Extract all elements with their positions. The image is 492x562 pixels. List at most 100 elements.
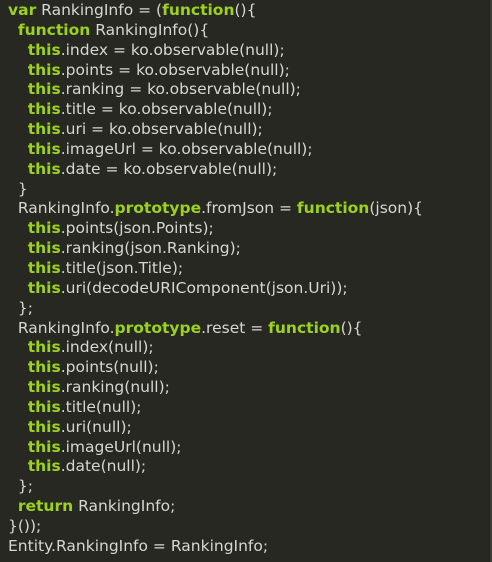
code-keyword: this bbox=[27, 80, 61, 99]
code-text: RankingInfo. bbox=[17, 318, 115, 337]
code-text: .imageUrl(null); bbox=[60, 437, 182, 456]
code-block[interactable]: var RankingInfo = (function(){ function … bbox=[8, 1, 492, 557]
code-keyword: this bbox=[27, 457, 61, 476]
code-keyword: this bbox=[27, 120, 61, 139]
code-text: .ranking = ko.observable(null); bbox=[60, 80, 301, 99]
code-keyword: function bbox=[296, 199, 370, 218]
code-editor[interactable]: var RankingInfo = (function(){ function … bbox=[0, 0, 492, 562]
code-text: .title(null); bbox=[60, 397, 142, 416]
code-line: this.points(null); bbox=[8, 358, 492, 378]
code-text: }; bbox=[17, 477, 33, 496]
code-line: this.points = ko.observable(null); bbox=[8, 61, 492, 81]
code-line: this.points(json.Points); bbox=[8, 219, 492, 239]
code-keyword: this bbox=[27, 278, 61, 297]
code-text: }; bbox=[17, 298, 33, 317]
code-line: this.title = ko.observable(null); bbox=[8, 100, 492, 120]
code-line: }()); bbox=[8, 517, 492, 537]
code-line: Entity.RankingInfo = RankingInfo; bbox=[8, 537, 492, 557]
code-line: function RankingInfo(){ bbox=[8, 21, 492, 41]
code-line: return RankingInfo; bbox=[8, 497, 492, 517]
code-line: this.title(json.Title); bbox=[8, 259, 492, 279]
code-line: RankingInfo.prototype.fromJson = functio… bbox=[8, 199, 492, 219]
code-keyword: function bbox=[268, 318, 341, 337]
code-keyword: this bbox=[27, 159, 61, 178]
code-keyword: function bbox=[162, 1, 235, 19]
code-text: }()); bbox=[8, 516, 42, 535]
code-line: this.title(null); bbox=[8, 398, 492, 418]
code-line: this.index = ko.observable(null); bbox=[8, 41, 492, 61]
code-line: this.ranking(json.Ranking); bbox=[8, 239, 492, 259]
code-keyword: return bbox=[17, 497, 74, 516]
code-text: RankingInfo(){ bbox=[90, 20, 210, 39]
code-line: this.ranking = ko.observable(null); bbox=[8, 80, 492, 100]
code-text: .uri(decodeURIComponent(json.Uri)); bbox=[60, 278, 348, 297]
code-text: .ranking(null); bbox=[60, 378, 170, 397]
code-text: .index = ko.observable(null); bbox=[60, 40, 285, 59]
code-keyword: this bbox=[27, 397, 61, 416]
code-keyword: this bbox=[27, 100, 61, 119]
code-keyword: this bbox=[27, 239, 61, 258]
code-keyword: this bbox=[27, 437, 61, 456]
code-line: this.date = ko.observable(null); bbox=[8, 160, 492, 180]
code-keyword: this bbox=[27, 60, 61, 79]
code-line: this.uri(null); bbox=[8, 418, 492, 438]
code-keyword: this bbox=[27, 378, 61, 397]
code-keyword: this bbox=[27, 139, 61, 158]
code-text: (json){ bbox=[369, 199, 423, 218]
code-line: this.uri = ko.observable(null); bbox=[8, 120, 492, 140]
code-keyword: prototype bbox=[114, 318, 202, 337]
code-text: .points(json.Points); bbox=[60, 219, 214, 238]
code-line: RankingInfo.prototype.reset = function()… bbox=[8, 319, 492, 339]
code-line: var RankingInfo = (function(){ bbox=[8, 1, 492, 21]
code-line: this.uri(decodeURIComponent(json.Uri)); bbox=[8, 279, 492, 299]
code-keyword: this bbox=[27, 358, 61, 377]
code-text: (){ bbox=[234, 1, 257, 19]
code-keyword: var bbox=[8, 1, 37, 19]
code-text: .uri = ko.observable(null); bbox=[60, 120, 263, 139]
code-line: } bbox=[8, 180, 492, 200]
code-keyword: prototype bbox=[114, 199, 202, 218]
code-text: .date(null); bbox=[60, 457, 147, 476]
code-text: .ranking(json.Ranking); bbox=[60, 239, 241, 258]
code-keyword: this bbox=[27, 258, 61, 277]
code-text: .points = ko.observable(null); bbox=[60, 60, 290, 79]
code-text: RankingInfo; bbox=[73, 497, 176, 516]
code-keyword: this bbox=[27, 219, 61, 238]
code-text: RankingInfo. bbox=[17, 199, 115, 218]
code-text: .title = ko.observable(null); bbox=[60, 100, 273, 119]
code-text: .index(null); bbox=[60, 338, 154, 357]
code-text: .title(json.Title); bbox=[60, 258, 184, 277]
code-line: this.index(null); bbox=[8, 338, 492, 358]
code-text: .fromJson = bbox=[201, 199, 297, 218]
code-line: this.date(null); bbox=[8, 457, 492, 477]
code-line: this.imageUrl = ko.observable(null); bbox=[8, 140, 492, 160]
code-keyword: this bbox=[27, 417, 61, 436]
code-line: }; bbox=[8, 477, 492, 497]
code-text: .reset = bbox=[201, 318, 269, 337]
code-line: this.imageUrl(null); bbox=[8, 438, 492, 458]
code-text: Entity.RankingInfo = RankingInfo; bbox=[8, 536, 269, 555]
code-text: RankingInfo = ( bbox=[36, 1, 163, 19]
